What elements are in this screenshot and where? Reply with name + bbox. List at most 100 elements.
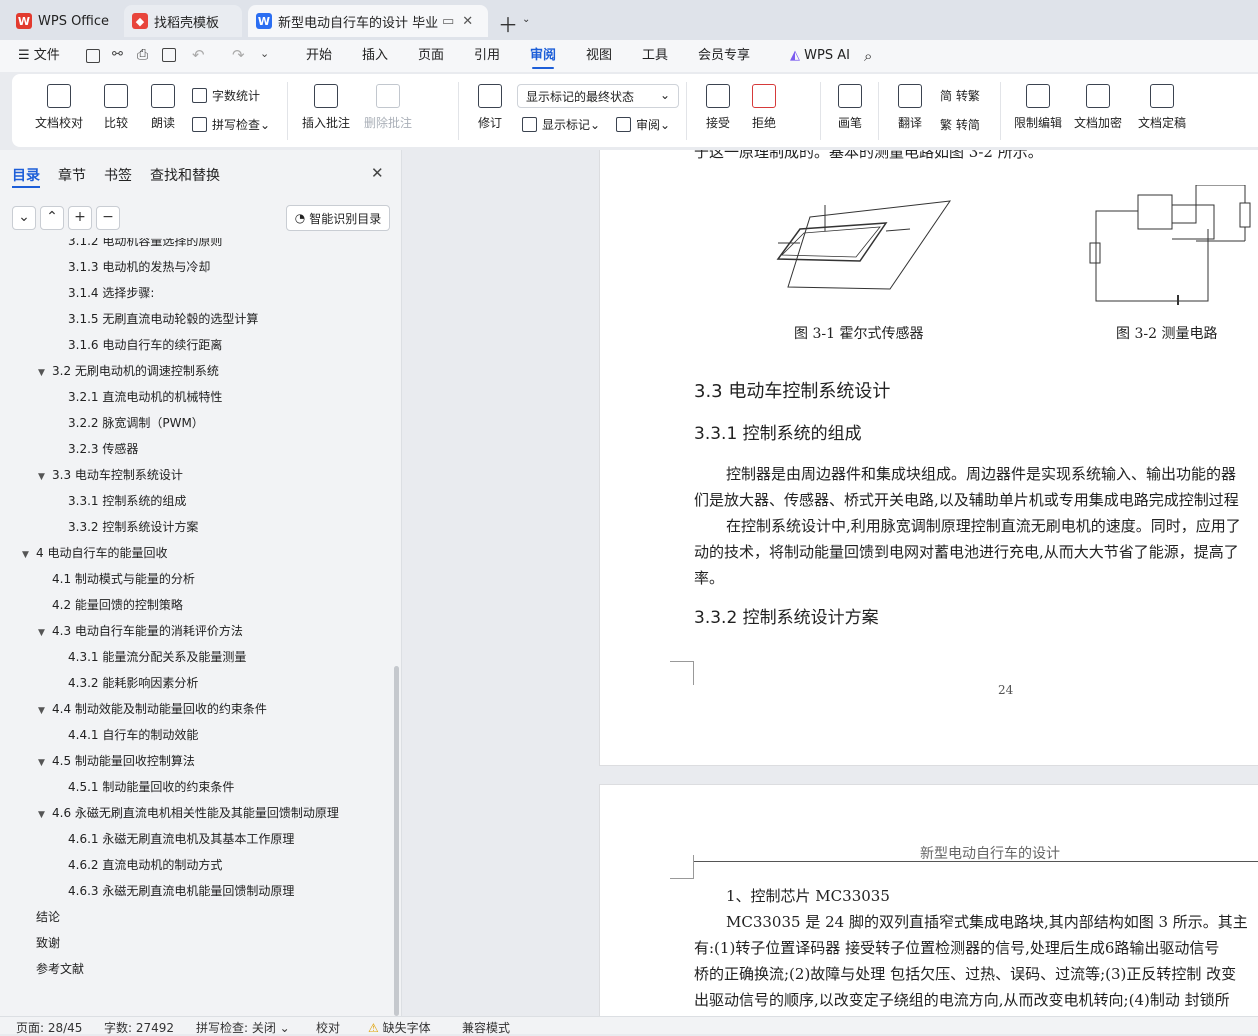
toc-item[interactable]: ▼ 4.6 永磁无刷直流电机相关性能及其能量回馈制动原理 bbox=[38, 800, 339, 826]
nav-tab-find-replace[interactable]: 查找和替换 bbox=[150, 165, 220, 185]
pen-button[interactable]: 画笔 bbox=[834, 74, 866, 131]
expand-triangle-icon[interactable]: ▼ bbox=[38, 620, 52, 646]
menu-tab-insert[interactable]: 插入 bbox=[362, 40, 388, 72]
nav-tab-bookmarks[interactable]: 书签 bbox=[104, 165, 132, 185]
expand-triangle-icon[interactable]: ▼ bbox=[38, 464, 52, 490]
markup-state-select[interactable]: 显示标记的最终状态 ⌄ bbox=[517, 84, 679, 108]
toc-item[interactable]: 3.1.3 电动机的发热与冷却 bbox=[54, 254, 210, 280]
toc-item[interactable]: 4.2 能量回馈的控制策略 bbox=[38, 592, 183, 618]
expand-triangle-icon[interactable]: ▼ bbox=[38, 698, 52, 724]
collapse-all-button[interactable]: ⌄ bbox=[12, 206, 36, 230]
delete-comment-button[interactable]: 删除批注 bbox=[360, 74, 416, 131]
nav-tab-chapters[interactable]: 章节 bbox=[58, 165, 86, 185]
expand-triangle-icon[interactable]: ▼ bbox=[38, 802, 52, 828]
toc-item[interactable]: 4.3.1 能量流分配关系及能量测量 bbox=[54, 644, 246, 670]
tab-list-chevron-icon[interactable]: ⌄ bbox=[522, 14, 530, 25]
add-heading-button[interactable]: + bbox=[68, 206, 92, 230]
toc-item[interactable]: 3.2.2 脉宽调制（PWM） bbox=[54, 410, 204, 436]
tab-docer[interactable]: ◆ 找稻壳模板 bbox=[124, 5, 242, 37]
review-pane-button[interactable]: 审阅 ⌄ bbox=[616, 116, 670, 133]
save-icon[interactable] bbox=[86, 49, 100, 63]
translate-button[interactable]: 翻译 bbox=[890, 74, 930, 131]
insert-comment-button[interactable]: 插入批注 bbox=[298, 74, 354, 131]
toc-item[interactable]: 3.3.1 控制系统的组成 bbox=[54, 488, 186, 514]
toc-item[interactable]: 3.1.5 无刷直流电动轮毂的选型计算 bbox=[54, 306, 258, 332]
toc-item[interactable]: 3.3.2 控制系统设计方案 bbox=[54, 514, 198, 540]
track-changes-button[interactable]: 修订 bbox=[470, 74, 510, 131]
quick-access-chevron-icon[interactable]: ⌄ bbox=[260, 47, 269, 60]
search-icon[interactable]: ⌕ bbox=[864, 47, 872, 65]
doc-check-button[interactable]: 文档校对 bbox=[30, 74, 88, 131]
accept-button[interactable]: 接受 bbox=[698, 74, 738, 131]
word-count-indicator[interactable]: 字数: 27492 bbox=[104, 1019, 174, 1036]
toc-item[interactable]: 4.6.1 永磁无刷直流电机及其基本工作原理 bbox=[54, 826, 294, 852]
proofread-status[interactable]: 校对 bbox=[316, 1019, 340, 1036]
to-simplified-button[interactable]: 繁 转简 bbox=[940, 116, 980, 133]
file-menu[interactable]: ☰ 文件 bbox=[18, 40, 60, 72]
compare-button[interactable]: 比较 bbox=[96, 74, 136, 131]
close-tab-icon[interactable]: ✕ bbox=[462, 14, 473, 29]
toc-item[interactable]: 3.2.1 直流电动机的机械特性 bbox=[54, 384, 222, 410]
close-icon[interactable]: ✕ bbox=[371, 164, 384, 182]
expand-up-button[interactable]: ⌃ bbox=[40, 206, 64, 230]
toc-item[interactable]: ▼ 3.2 无刷电动机的调速控制系统 bbox=[38, 358, 219, 384]
toc-item[interactable]: 4.6.2 直流电动机的制动方式 bbox=[54, 852, 222, 878]
menu-tab-page[interactable]: 页面 bbox=[418, 40, 444, 72]
print-icon[interactable]: ⎙ bbox=[137, 47, 148, 63]
expand-triangle-icon[interactable]: ▼ bbox=[22, 542, 36, 568]
toc-item[interactable]: 4.4.1 自行车的制动效能 bbox=[54, 722, 198, 748]
to-traditional-button[interactable]: 简 转繁 bbox=[940, 87, 980, 104]
menu-tab-reference[interactable]: 引用 bbox=[474, 40, 500, 72]
read-aloud-button[interactable]: 朗读 bbox=[148, 74, 178, 131]
toc-item[interactable]: 参考文献 bbox=[22, 956, 84, 982]
menu-tab-review[interactable]: 审阅 bbox=[530, 40, 556, 72]
new-tab-button[interactable]: ＋ bbox=[498, 9, 518, 38]
document-page[interactable]: 新型电动自行车的设计 1、控制芯片 MC33035 MC33035 是 24 脚… bbox=[599, 784, 1258, 1016]
expand-triangle-icon[interactable]: ▼ bbox=[38, 750, 52, 776]
toc-item[interactable]: ▼ 4.5 制动能量回收控制算法 bbox=[38, 748, 195, 774]
toc-item[interactable]: ▼ 4 电动自行车的能量回收 bbox=[22, 540, 167, 566]
toc-item[interactable]: 4.6.3 永磁无刷直流电机能量回馈制动原理 bbox=[54, 878, 294, 904]
menu-tab-view[interactable]: 视图 bbox=[586, 40, 612, 72]
share-icon[interactable]: ⚯ bbox=[112, 47, 123, 62]
screen-icon[interactable]: ▭ bbox=[442, 14, 454, 29]
toc-item[interactable]: 3.1.2 电动机容量选择的原则 bbox=[54, 238, 222, 254]
toc-item[interactable]: 3.1.4 选择步骤: bbox=[54, 280, 154, 306]
page-indicator[interactable]: 页面: 28/45 bbox=[16, 1019, 82, 1036]
menu-tab-tools[interactable]: 工具 bbox=[642, 40, 668, 72]
document-page[interactable]: 于这一原理制成的。基本的测量电路如图 3-2 所示。 图 3-1 霍尔式传感器 … bbox=[599, 150, 1258, 766]
toc-item[interactable]: 4.5.1 制动能量回收的约束条件 bbox=[54, 774, 234, 800]
toc-item[interactable]: 结论 bbox=[22, 904, 60, 930]
spell-check-button[interactable]: 拼写检查 ⌄ bbox=[192, 116, 270, 133]
menu-tab-home[interactable]: 开始 bbox=[306, 40, 332, 72]
toc-scrollbar[interactable] bbox=[394, 666, 399, 1016]
menu-tab-member[interactable]: 会员专享 bbox=[698, 40, 750, 72]
undo-icon[interactable]: ↶ bbox=[192, 46, 205, 64]
toc-item[interactable]: ▼ 4.4 制动效能及制动能量回收的约束条件 bbox=[38, 696, 267, 722]
remove-heading-button[interactable]: − bbox=[96, 206, 120, 230]
word-count-button[interactable]: 字数统计 bbox=[192, 87, 260, 104]
redo-icon[interactable]: ↷ bbox=[232, 46, 245, 64]
toc-item[interactable]: ▼ 4.3 电动自行车能量的消耗评价方法 bbox=[38, 618, 243, 644]
toc-item[interactable]: ▼ 3.3 电动车控制系统设计 bbox=[38, 462, 183, 488]
reject-button[interactable]: 拒绝 bbox=[744, 74, 784, 131]
show-markup-button[interactable]: 显示标记 ⌄ bbox=[522, 116, 600, 133]
tab-document[interactable]: W 新型电动自行车的设计 毕业论 ▭ ✕ bbox=[248, 5, 488, 37]
toc-item[interactable]: 3.2.3 传感器 bbox=[54, 436, 138, 462]
tab-wps-office[interactable]: W WPS Office bbox=[8, 5, 120, 37]
spell-check-status[interactable]: 拼写检查: 关闭 ⌄ bbox=[196, 1019, 290, 1036]
toc-item[interactable]: 3.1.6 电动自行车的续行距离 bbox=[54, 332, 222, 358]
smart-toc-button[interactable]: ◔ 智能识别目录 bbox=[286, 205, 390, 231]
toc-item[interactable]: 4.1 制动模式与能量的分析 bbox=[38, 566, 195, 592]
restrict-edit-button[interactable]: 限制编辑 bbox=[1012, 74, 1064, 131]
print-preview-icon[interactable] bbox=[162, 48, 176, 62]
toc-item-label: 致谢 bbox=[36, 936, 61, 950]
wps-ai-button[interactable]: ◭ WPS AI bbox=[790, 40, 850, 72]
nav-tab-toc[interactable]: 目录 bbox=[12, 165, 40, 185]
toc-item[interactable]: 致谢 bbox=[22, 930, 60, 956]
expand-triangle-icon[interactable]: ▼ bbox=[38, 360, 52, 386]
encrypt-button[interactable]: 文档加密 bbox=[1072, 74, 1124, 131]
finalize-button[interactable]: 文档定稿 bbox=[1132, 74, 1192, 131]
missing-font-status[interactable]: ⚠ 缺失字体 bbox=[368, 1019, 431, 1036]
toc-item[interactable]: 4.3.2 能耗影响因素分析 bbox=[54, 670, 198, 696]
